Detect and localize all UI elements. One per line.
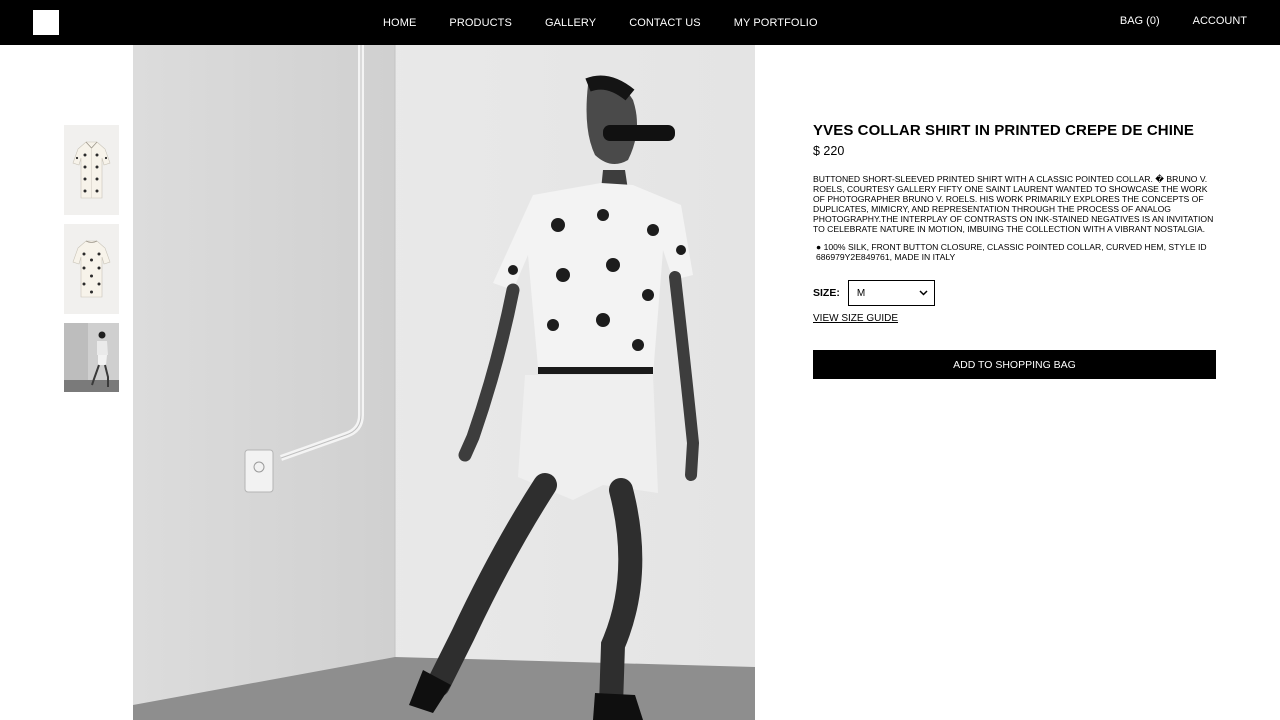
size-select[interactable]: M xyxy=(847,280,935,306)
shirt-back-image xyxy=(64,224,119,314)
bag-link[interactable]: BAG (0) xyxy=(1120,15,1160,27)
add-to-bag-button[interactable]: ADD TO SHOPPING BAG xyxy=(813,350,1216,379)
model-photo xyxy=(133,45,755,720)
nav-portfolio-link[interactable]: MY PORTFOLIO xyxy=(734,17,818,29)
product-details: YVES COLLAR SHIRT IN PRINTED CREPE DE CH… xyxy=(813,122,1216,379)
account-link[interactable]: ACCOUNT xyxy=(1193,15,1247,27)
thumbnail-shirt-back[interactable] xyxy=(64,224,119,314)
product-specs: ● 100% SILK, FRONT BUTTON CLOSURE, CLASS… xyxy=(816,242,1207,262)
main-product-image xyxy=(133,45,755,720)
top-navigation-bar: HOME PRODUCTS GALLERY CONTACT US MY PORT… xyxy=(0,0,1280,45)
product-price: $ 220 xyxy=(813,144,845,158)
main-nav: HOME PRODUCTS GALLERY CONTACT US MY PORT… xyxy=(383,0,818,45)
size-selector-row: SIZE: M xyxy=(813,280,1216,306)
nav-contact-link[interactable]: CONTACT US xyxy=(629,17,701,29)
chevron-down-icon xyxy=(919,290,928,296)
thumbnail-list xyxy=(64,125,119,401)
thumbnail-model[interactable] xyxy=(64,323,119,392)
shirt-front-image xyxy=(64,125,119,215)
nav-gallery-link[interactable]: GALLERY xyxy=(545,17,596,29)
product-description: BUTTONED SHORT-SLEEVED PRINTED SHIRT WIT… xyxy=(813,174,1214,234)
product-title: YVES COLLAR SHIRT IN PRINTED CREPE DE CH… xyxy=(813,122,1195,139)
size-selected-value: M xyxy=(856,287,866,299)
logo-icon[interactable] xyxy=(33,10,59,35)
model-thumbnail-image xyxy=(64,323,119,392)
nav-home-link[interactable]: HOME xyxy=(383,17,416,29)
nav-products-link[interactable]: PRODUCTS xyxy=(449,17,512,29)
utility-links: BAG (0) ACCOUNT xyxy=(1087,15,1247,27)
size-guide-link[interactable]: VIEW SIZE GUIDE xyxy=(813,313,898,324)
thumbnail-shirt-front[interactable] xyxy=(64,125,119,215)
size-label: SIZE: xyxy=(813,287,840,299)
